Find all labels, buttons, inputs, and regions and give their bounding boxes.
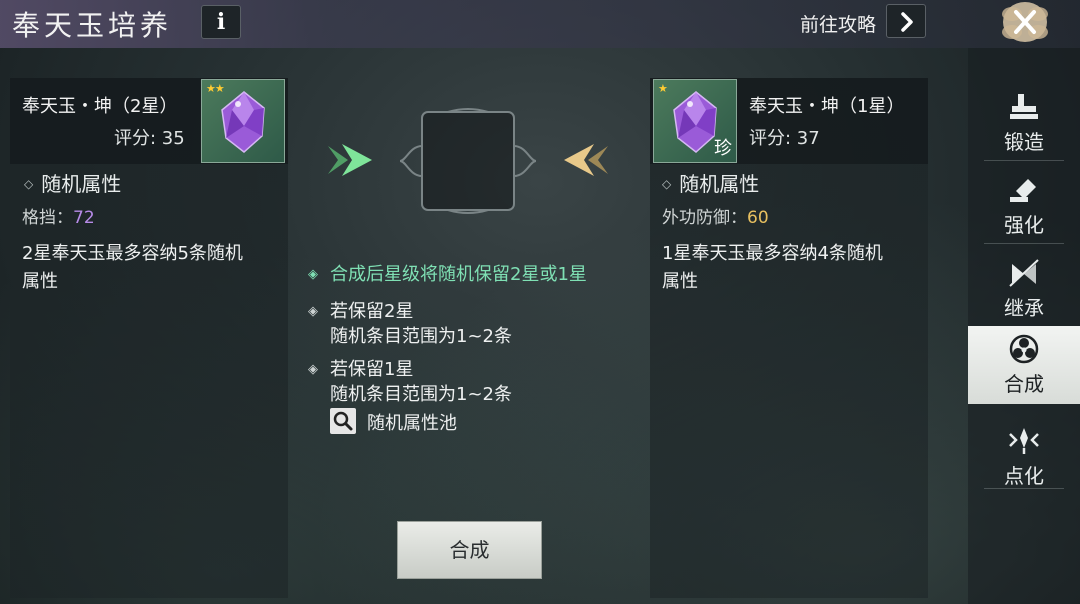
- guide-button[interactable]: [886, 4, 926, 38]
- left-item-description: 2星奉天玉最多容纳5条随机 属性: [22, 240, 243, 296]
- diamond-bullet-icon: ◇: [662, 177, 672, 191]
- left-random-attr-label: 随机属性: [41, 172, 122, 196]
- left-desc-line-1: 2星奉天玉最多容纳5条随机: [22, 243, 243, 264]
- keep-1-star-detail: 随机条目范围为1~2条: [330, 384, 512, 405]
- left-item-name: 奉天玉・坤（2星）: [22, 96, 178, 117]
- close-icon: [1002, 2, 1048, 42]
- result-slot-frame[interactable]: [398, 106, 538, 216]
- star-rating: ★: [658, 82, 668, 95]
- diamond-bullet-icon: ◈: [308, 362, 318, 377]
- left-item-score: 评分: 35: [114, 128, 185, 149]
- left-attr-row: 格挡：72: [22, 203, 95, 228]
- right-random-attr-label: 随机属性: [679, 172, 760, 196]
- left-desc-line-2: 属性: [22, 271, 58, 292]
- right-desc-line-2: 属性: [662, 271, 698, 292]
- sidebar-item-label: 继承: [1004, 296, 1044, 320]
- compose-rule-tip: ◈ 合成后星级将随机保留2星或1星: [308, 262, 587, 287]
- hammer-icon: [1010, 179, 1036, 202]
- sidebar-item-compose[interactable]: 合成: [968, 326, 1080, 404]
- page-title: 奉天玉培养: [12, 9, 173, 42]
- close-button[interactable]: [992, 0, 1058, 44]
- left-attr-value: 72: [73, 208, 95, 228]
- right-attr-name: 外功防御：: [662, 208, 747, 228]
- sidebar-item-enhance[interactable]: 强化: [968, 167, 1080, 245]
- inherit-icon: [1009, 259, 1039, 287]
- left-item-panel: 奉天玉・坤（2星） 评分: 35 ★★ ◇ 随机属性 格挡：72 2星奉天玉最多容…: [10, 78, 288, 598]
- keep-2-star-title: 若保留2星: [330, 301, 414, 322]
- sidebar-divider: [984, 160, 1064, 161]
- keep-1-star-tip: ◈ 若保留1星 随机条目范围为1~2条: [308, 357, 512, 407]
- keep-1-star-title: 若保留1星: [330, 359, 414, 380]
- random-attr-pool-link[interactable]: 随机属性池: [367, 409, 457, 435]
- guide-link-label[interactable]: 前往攻略: [800, 10, 876, 37]
- sidebar-item-label: 强化: [1004, 213, 1044, 237]
- enlighten-icon: [1009, 428, 1039, 454]
- diamond-bullet-icon: ◈: [308, 267, 318, 282]
- star-rating: ★★: [206, 82, 225, 95]
- left-random-attr-title: ◇ 随机属性: [24, 168, 121, 197]
- sidebar-item-label: 合成: [1004, 372, 1044, 396]
- sidebar-item-forge[interactable]: 锻造: [968, 84, 1080, 162]
- info-button[interactable]: i: [201, 5, 241, 39]
- right-item-icon[interactable]: ★ 珍: [653, 79, 737, 163]
- sidebar-item-label: 锻造: [1004, 130, 1044, 154]
- sidebar-item-label: 点化: [1004, 464, 1044, 488]
- right-item-panel: ★ 珍 奉天玉・坤（1星） 评分: 37 ◇ 随机属性 外功防御：60 1星奉天玉…: [650, 78, 928, 598]
- diamond-bullet-icon: ◇: [24, 177, 34, 191]
- keep-2-star-detail: 随机条目范围为1~2条: [330, 326, 512, 347]
- random-attr-pool-button[interactable]: [330, 408, 356, 434]
- left-item-icon[interactable]: ★★: [201, 79, 285, 163]
- anvil-icon: [1010, 94, 1038, 119]
- sidebar-divider: [984, 243, 1064, 244]
- chevron-right-icon: [901, 12, 913, 32]
- rare-tag: 珍: [714, 138, 732, 159]
- right-attr-row: 外功防御：60: [662, 203, 769, 228]
- right-item-score: 评分: 37: [749, 128, 820, 149]
- right-random-attr-title: ◇ 随机属性: [662, 168, 759, 197]
- right-desc-line-1: 1星奉天玉最多容纳4条随机: [662, 243, 883, 264]
- left-attr-name: 格挡：: [22, 208, 73, 228]
- sidebar-item-inherit[interactable]: 继承: [968, 250, 1080, 328]
- compose-icon: [1009, 334, 1039, 364]
- right-item-name: 奉天玉・坤（1星）: [749, 96, 905, 117]
- arrow-left-gold-icon: [564, 144, 608, 176]
- magnifier-icon: [333, 411, 353, 431]
- compose-button[interactable]: 合成: [397, 521, 542, 579]
- right-attr-value: 60: [747, 208, 769, 228]
- right-item-description: 1星奉天玉最多容纳4条随机 属性: [662, 240, 883, 296]
- sidebar-item-enlighten[interactable]: 点化: [968, 418, 1080, 496]
- compose-rule-text: 合成后星级将随机保留2星或1星: [330, 264, 587, 285]
- arrow-right-green-icon: [328, 144, 372, 176]
- sidebar-divider: [984, 488, 1064, 489]
- keep-2-star-tip: ◈ 若保留2星 随机条目范围为1~2条: [308, 299, 512, 349]
- diamond-bullet-icon: ◈: [308, 304, 318, 319]
